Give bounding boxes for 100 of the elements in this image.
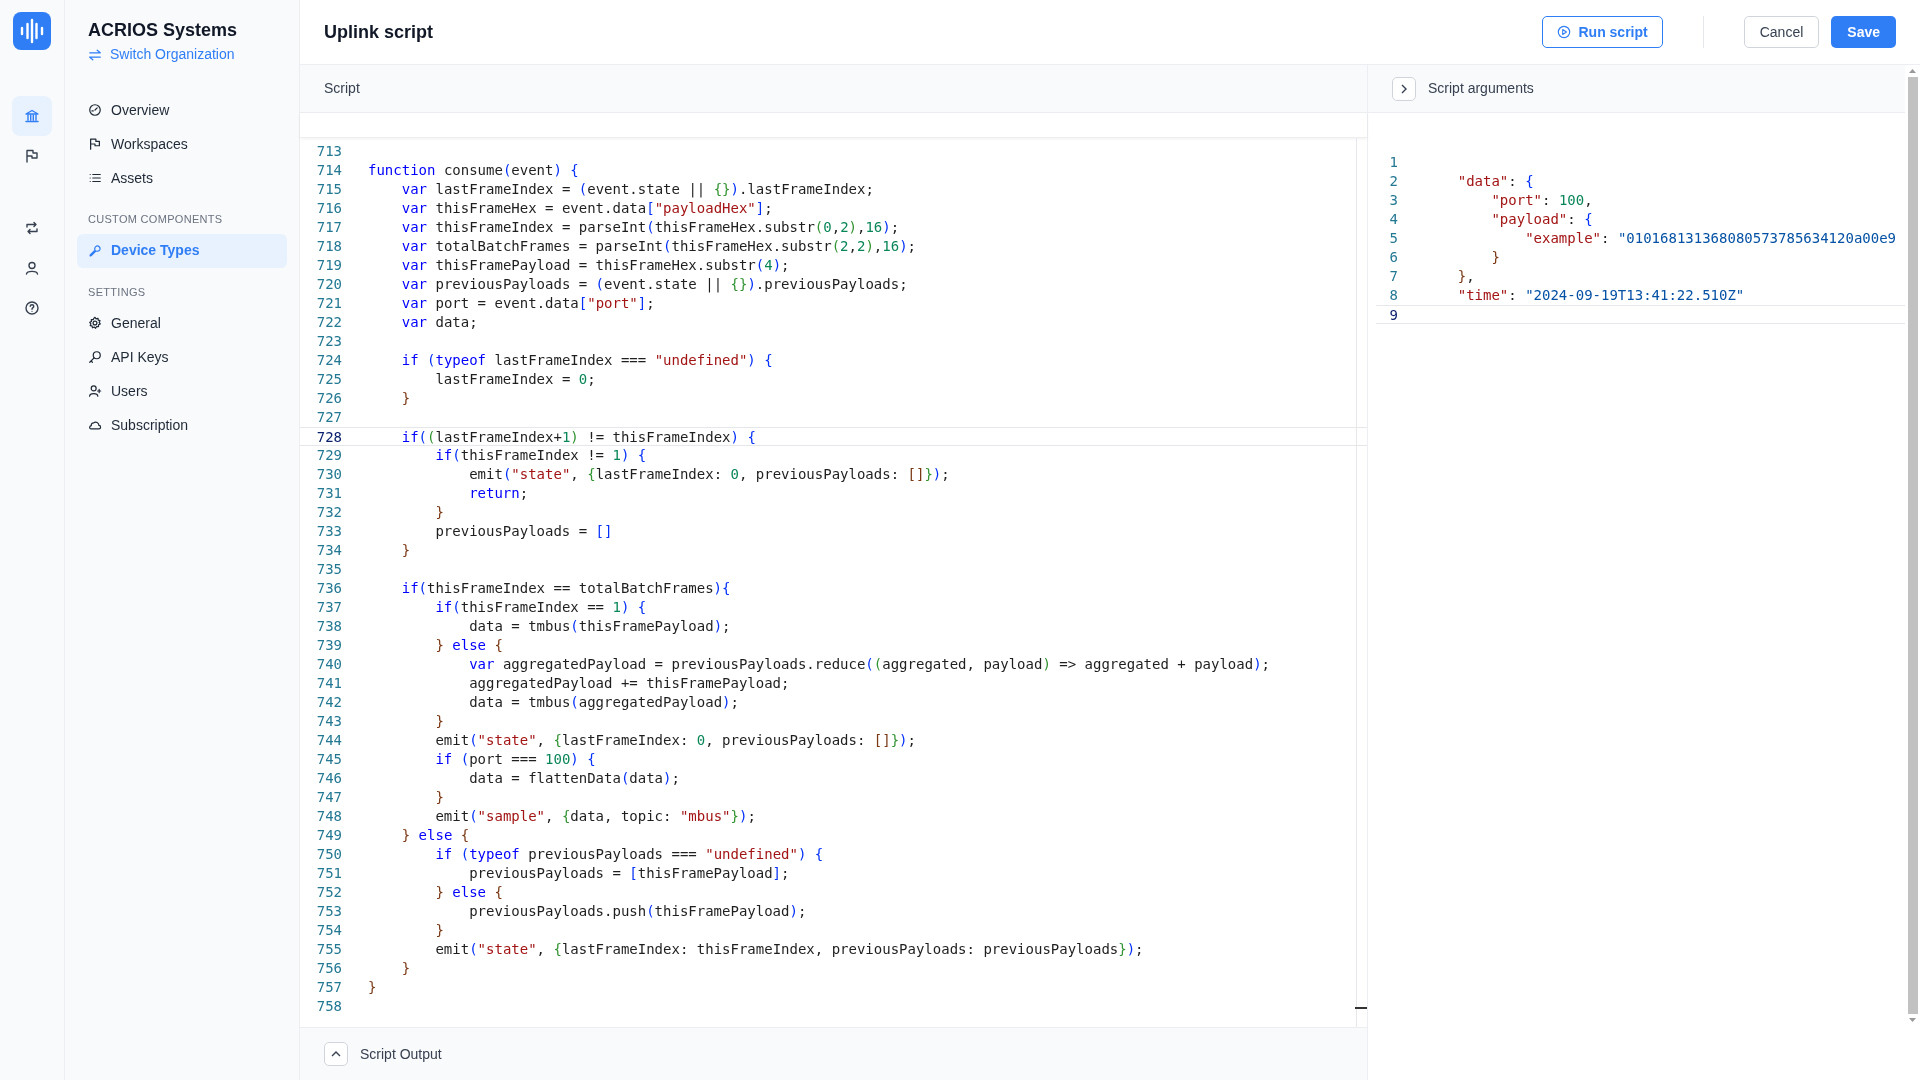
sidebar-item[interactable]: Subscription xyxy=(77,408,287,442)
line-number: 737 xyxy=(315,598,343,617)
line-number: 718 xyxy=(315,237,343,256)
line-number: 733 xyxy=(315,522,343,541)
code-line: "payload": { xyxy=(1490,210,1593,229)
code-line: if(thisFrameIndex == totalBatchFrames){ xyxy=(400,579,731,598)
line-number: 752 xyxy=(315,883,343,902)
panel-title: Script Output xyxy=(360,1044,442,1064)
help-icon xyxy=(24,300,40,316)
line-number: 746 xyxy=(315,769,343,788)
play-icon xyxy=(1557,25,1572,39)
line-number: 736 xyxy=(315,579,343,598)
rail-button[interactable] xyxy=(12,96,52,136)
list-icon xyxy=(88,171,102,185)
line-number: 732 xyxy=(315,503,343,522)
line-number: 741 xyxy=(315,674,343,693)
code-line: emit("state", {lastFrameIndex: 0, previousPayloads: []}); xyxy=(468,465,950,484)
code-line: var thisFrameIndex = parseInt(thisFrameHex.substr(0,2),16); xyxy=(400,218,900,237)
line-number: 1 xyxy=(1388,153,1399,172)
code-line: return; xyxy=(468,484,529,503)
sidebar-item[interactable]: General xyxy=(77,306,287,340)
code-line: if(thisFrameIndex != 1) { xyxy=(434,446,647,465)
code-line: emit("sample", {data, topic: "mbus"}); xyxy=(434,807,756,826)
organization-name: ACRIOS Systems xyxy=(88,19,239,42)
code-line: function consume(event) { xyxy=(368,161,579,180)
line-number: 744 xyxy=(315,731,343,750)
code-line: data = tmbus(thisFramePayload); xyxy=(468,617,731,636)
sidebar-item[interactable]: Overview xyxy=(77,93,287,127)
code-line: lastFrameIndex = 0; xyxy=(434,370,596,389)
code-line: } else { xyxy=(434,636,503,655)
code-line: emit("state", {lastFrameIndex: thisFrameIndex, previousPayloads: previousPayloads}); xyxy=(434,940,1144,959)
line-number: 743 xyxy=(315,712,343,731)
code-line: } xyxy=(434,921,444,940)
scroll-up-icon[interactable] xyxy=(1908,67,1917,75)
cancel-button[interactable]: Cancel xyxy=(1743,16,1820,48)
line-number: 9 xyxy=(1388,306,1399,323)
line-number: 734 xyxy=(315,541,343,560)
code-line: } xyxy=(1490,248,1500,267)
code-line: var lastFrameIndex = (event.state || {}).lastFrameIndex; xyxy=(400,180,874,199)
code-line: previousPayloads = [] xyxy=(434,522,613,541)
line-number: 758 xyxy=(315,997,343,1016)
line-number: 724 xyxy=(315,351,343,370)
scroll-down-icon[interactable] xyxy=(1908,1016,1917,1024)
sidebar-item[interactable]: Users xyxy=(77,374,287,408)
page-title: Uplink script xyxy=(324,20,434,44)
expand-output-button[interactable] xyxy=(324,1042,348,1066)
line-number: 748 xyxy=(315,807,343,826)
line-number: 723 xyxy=(315,332,343,351)
code-line: } xyxy=(400,389,411,408)
switch-organization-link[interactable]: Switch Organization xyxy=(88,44,287,65)
line-number: 719 xyxy=(315,256,343,275)
code-line: } else { xyxy=(400,826,470,845)
line-number: 4 xyxy=(1388,210,1399,229)
save-button[interactable]: Save xyxy=(1831,16,1896,48)
line-number: 720 xyxy=(315,275,343,294)
code-line: if(thisFrameIndex == 1) { xyxy=(434,598,647,617)
line-number: 739 xyxy=(315,636,343,655)
line-number: 751 xyxy=(315,864,343,883)
line-number: 7 xyxy=(1388,267,1399,286)
line-number: 754 xyxy=(315,921,343,940)
repeat-icon xyxy=(24,220,40,236)
code-line: } xyxy=(434,712,444,731)
code-line: } xyxy=(400,959,411,978)
code-line: if((lastFrameIndex+1) != thisFrameIndex) { xyxy=(400,428,756,445)
line-number: 750 xyxy=(315,845,343,864)
app-logo[interactable] xyxy=(13,12,51,50)
line-number: 5 xyxy=(1388,229,1399,248)
code-line: } xyxy=(434,503,444,522)
line-number: 715 xyxy=(315,180,343,199)
line-number: 2 xyxy=(1388,172,1399,191)
sidebar-item[interactable]: API Keys xyxy=(77,340,287,374)
line-number: 717 xyxy=(315,218,343,237)
line-number: 757 xyxy=(315,978,343,997)
code-line: } xyxy=(400,541,411,560)
sidebar-item[interactable]: Assets xyxy=(77,161,287,195)
line-number: 8 xyxy=(1388,286,1399,305)
code-line: var data; xyxy=(400,313,478,332)
section-heading: SETTINGS xyxy=(87,284,147,300)
code-line: previousPayloads.push(thisFramePayload); xyxy=(468,902,807,921)
line-number: 726 xyxy=(315,389,343,408)
line-number: 731 xyxy=(315,484,343,503)
code-line: previousPayloads = [thisFramePayload]; xyxy=(468,864,790,883)
line-number: 721 xyxy=(315,294,343,313)
wrench-icon xyxy=(88,243,102,258)
code-line: if (typeof previousPayloads === "undefined") { xyxy=(434,845,824,864)
key-icon xyxy=(88,350,102,364)
line-number: 3 xyxy=(1388,191,1399,210)
code-line: }, xyxy=(1456,267,1475,286)
run-button[interactable]: Run script xyxy=(1542,16,1663,48)
collapse-arguments-button[interactable] xyxy=(1392,76,1416,101)
code-line: aggregatedPayload += thisFramePayload; xyxy=(468,674,790,693)
code-line: "time": "2024-09-19T13:41:22.510Z" xyxy=(1456,286,1745,305)
sidebar-item[interactable]: Workspaces xyxy=(77,127,287,161)
section-heading: CUSTOM COMPONENTS xyxy=(87,212,224,227)
code-line: var aggregatedPayload = previousPayloads.reduce((aggregated, payload) => aggregated + payload); xyxy=(468,655,1271,674)
code-line: "example": "010168131368080573785634120a00e9 xyxy=(1524,229,1897,248)
sound-bars-icon xyxy=(19,18,45,44)
line-number: 738 xyxy=(315,617,343,636)
line-number: 749 xyxy=(315,826,343,845)
panel-title: Script arguments xyxy=(1428,79,1534,98)
